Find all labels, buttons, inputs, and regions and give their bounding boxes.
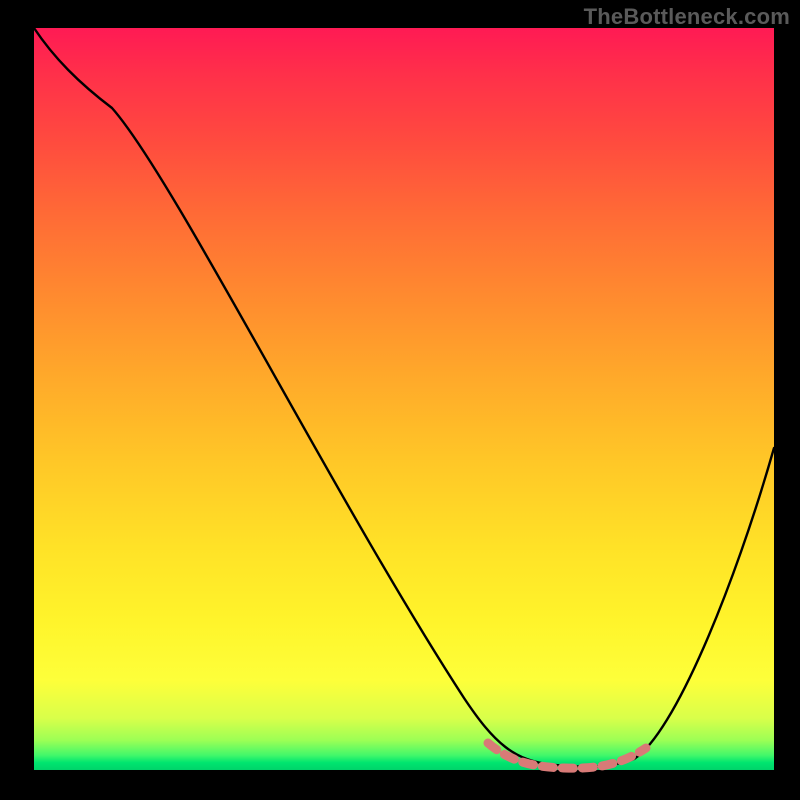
chart-wrapper: TheBottleneck.com: [0, 0, 800, 800]
watermark-text: TheBottleneck.com: [584, 4, 790, 30]
bottom-highlight: [488, 743, 646, 768]
plot-area: [34, 28, 774, 770]
bottleneck-curve: [34, 28, 774, 767]
chart-svg: [34, 28, 774, 770]
